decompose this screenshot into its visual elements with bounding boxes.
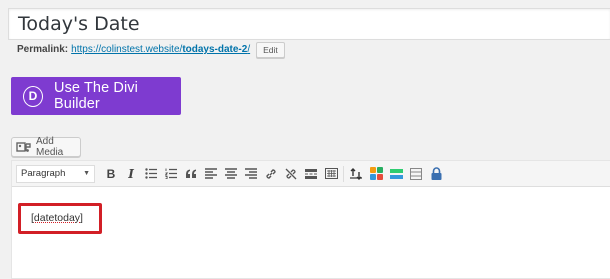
blockquote-icon (186, 169, 196, 178)
color-blocks-icon (369, 167, 383, 180)
format-select[interactable]: Paragraph ▼ (16, 164, 95, 183)
table-icon (410, 167, 422, 180)
unlink-icon (285, 168, 297, 179)
bulleted-list-button[interactable] (141, 164, 161, 184)
permalink-link[interactable]: https://colinstest.website/todays-date-2… (71, 42, 250, 58)
insert-link-button[interactable] (261, 164, 281, 184)
link-icon (266, 168, 276, 179)
divi-logo-icon: D (23, 85, 44, 107)
blockquote-button[interactable] (181, 164, 201, 184)
bold-button[interactable]: B (101, 164, 121, 184)
align-center-button[interactable] (221, 164, 241, 184)
divider-button[interactable] (386, 164, 406, 184)
add-media-label: Add Media (36, 136, 64, 158)
divi-builder-button[interactable]: D Use The Divi Builder (11, 77, 181, 115)
align-left-button[interactable] (201, 164, 221, 184)
bold-icon: B (106, 166, 116, 181)
divi-builder-label: Use The Divi Builder (54, 80, 138, 112)
lock-button[interactable] (426, 164, 446, 184)
permalink-tail: / (247, 44, 251, 55)
permalink-label: Permalink: (17, 44, 69, 55)
post-title-input[interactable]: Today's Date (8, 8, 610, 40)
add-media-button[interactable]: Add Media (11, 136, 81, 158)
divider-icon (389, 168, 403, 179)
lock-icon (431, 167, 441, 180)
color-blocks-button[interactable] (366, 164, 386, 184)
sort-icon (350, 167, 362, 180)
media-icon (16, 141, 32, 153)
toolbar-toggle-button[interactable] (321, 164, 341, 184)
permalink-base: https://colinstest.website/ (71, 44, 183, 55)
permalink-slug: todays-date-2 (182, 44, 248, 55)
align-right-icon (245, 168, 257, 179)
italic-icon: I (128, 166, 134, 181)
bulleted-list-icon (145, 168, 157, 179)
align-center-icon (225, 168, 237, 179)
permalink-edit-button[interactable]: Edit (256, 42, 285, 58)
keyboard-icon (324, 168, 338, 179)
format-select-value: Paragraph (21, 168, 66, 179)
editor-content[interactable]: [datetoday] (12, 188, 610, 278)
align-left-icon (205, 168, 217, 179)
toolbar-divider (343, 165, 344, 182)
remove-link-button[interactable] (281, 164, 301, 184)
italic-button[interactable]: I (121, 164, 141, 184)
editor: Paragraph ▼ B I [datetoday] (11, 160, 610, 279)
numbered-list-button[interactable] (161, 164, 181, 184)
chevron-down-icon: ▼ (83, 170, 90, 177)
align-right-button[interactable] (241, 164, 261, 184)
numbered-list-icon (165, 168, 177, 179)
read-more-icon (305, 168, 317, 179)
read-more-button[interactable] (301, 164, 321, 184)
permalink-row: Permalink: https://colinstest.website/to… (17, 42, 285, 58)
table-button[interactable] (406, 164, 426, 184)
editor-toolbar: Paragraph ▼ B I (12, 161, 610, 187)
shortcode-text: [datetoday] (31, 212, 83, 224)
shortcode-sort-button[interactable] (346, 164, 366, 184)
